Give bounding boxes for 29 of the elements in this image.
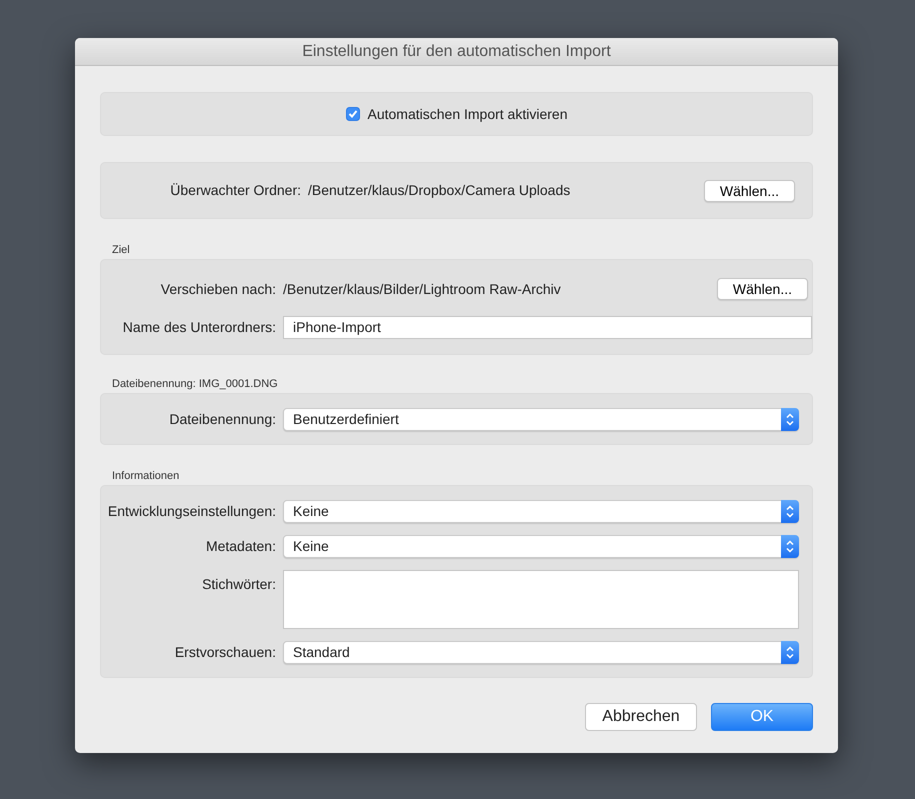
dropdown-field[interactable]: Benutzerdefiniert [283,408,799,430]
field-label: Verschieben nach: [160,280,276,298]
keywords-field[interactable] [283,570,799,629]
section-heading: Ziel [112,243,131,257]
checkbox-label[interactable]: Automatischen Import aktivieren [368,104,568,124]
field-label: Dateibenennung: [168,410,276,429]
dropdown-field[interactable]: Keine [283,500,799,523]
subfolder-field[interactable]: iPhone-Import [283,316,812,339]
section-heading: Dateibenennung: IMG_0001.DNG [112,377,279,391]
folder-path: /Benutzer/klaus/Dropbox/Camera Uploads [308,181,572,200]
choose-button[interactable]: Wählen... [704,180,795,202]
field-label: Name des Unterordners: [122,318,276,337]
choose-button[interactable]: Wählen... [716,278,808,300]
cancel-button[interactable]: Abbrechen [585,703,697,731]
checkbox[interactable] [346,107,360,121]
dropdown-chevron-icon[interactable] [781,535,799,558]
folder-path: /Benutzer/klaus/Bilder/Lightroom Raw-Archiv [283,280,562,299]
field-label: Metadaten: [204,537,276,556]
field-label: Überwachter Ordner: [169,181,301,200]
dropdown-chevron-icon[interactable] [781,408,799,430]
dropdown-chevron-icon[interactable] [781,500,799,523]
field-label: Stichwörter: [201,575,276,594]
window-title: Einstellungen für den automatischen Import [75,38,838,66]
dropdown-chevron-icon[interactable] [781,641,799,664]
section-heading: Informationen [112,469,180,483]
dropdown-field[interactable]: Standard [283,641,799,664]
dropdown-field[interactable]: Keine [283,535,799,558]
field-label: Entwicklungseinstellungen: [106,502,276,521]
field-label: Erstvorschauen: [174,643,276,662]
